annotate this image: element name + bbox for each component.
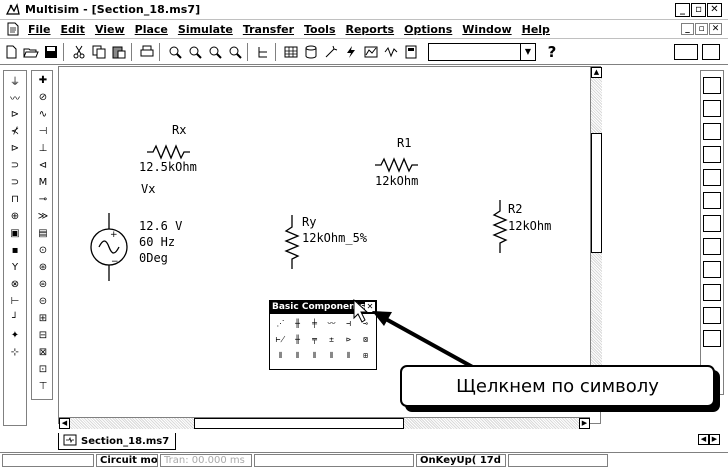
- tab-prev-icon[interactable]: ◀: [698, 434, 709, 445]
- tab-scroll-arrows: ◀ ▶: [698, 434, 720, 445]
- schematic-doc-icon: [63, 434, 77, 449]
- tab-section-18[interactable]: Section_18.ms7: [58, 433, 177, 450]
- status-modified: Circuit modified: [96, 454, 158, 467]
- callout-box: Щелкнем по символу: [400, 365, 715, 407]
- status-cell-1: [2, 454, 94, 467]
- tab-next-icon[interactable]: ▶: [709, 434, 720, 445]
- status-cell-4: [254, 454, 414, 467]
- status-cell-6: [508, 454, 608, 467]
- status-tran-time: Tran: 00.000 ms: [160, 454, 252, 467]
- status-key-event: OnKeyUp( 17d ): [416, 454, 506, 467]
- status-bar: Circuit modified Tran: 00.000 ms OnKeyUp…: [0, 452, 728, 468]
- tab-label: Section_18.ms7: [81, 435, 170, 447]
- callout-text: Щелкнем по символу: [456, 375, 659, 397]
